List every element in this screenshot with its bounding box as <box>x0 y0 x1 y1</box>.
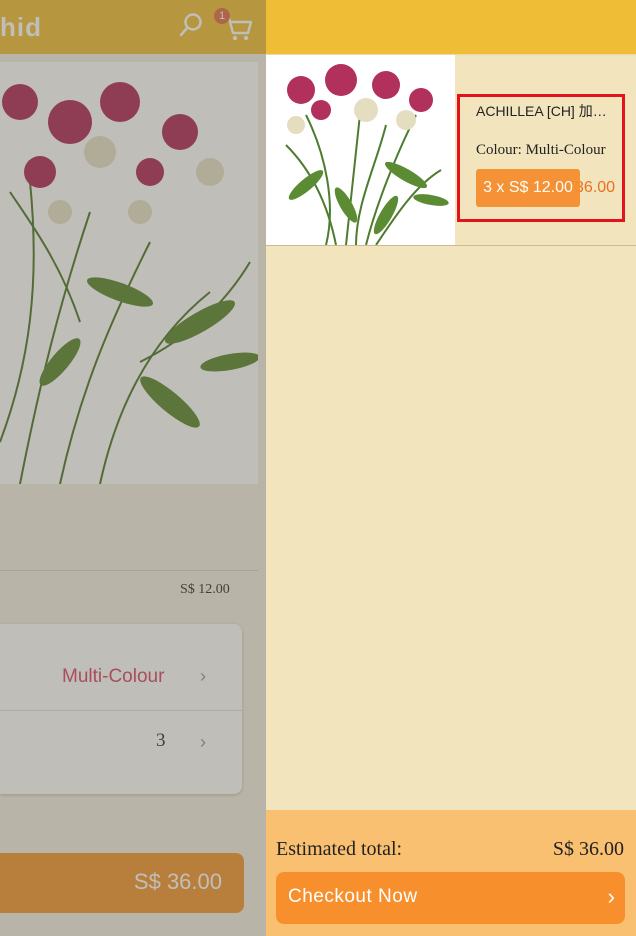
chevron-right-icon: › <box>607 884 615 909</box>
drawer-header <box>266 0 636 54</box>
dim-overlay[interactable] <box>0 0 266 936</box>
cart-item-image <box>266 55 455 245</box>
cart-item-name: ACHILLEA [CH] 加… <box>476 103 607 119</box>
cart-item[interactable]: ACHILLEA [CH] 加… Colour: Multi-Colour S$… <box>266 54 636 246</box>
cart-footer: Estimated total: S$ 36.00 Checkout Now › <box>266 810 636 936</box>
checkout-button[interactable]: Checkout Now › <box>276 872 625 924</box>
cart-item-info: ACHILLEA [CH] 加… Colour: Multi-Colour S$… <box>456 55 636 245</box>
checkout-button-label: Checkout Now <box>288 886 418 907</box>
cart-item-colour: Colour: Multi-Colour <box>476 142 606 158</box>
cart-drawer: ACHILLEA [CH] 加… Colour: Multi-Colour S$… <box>266 0 636 936</box>
estimated-total-label: Estimated total: <box>276 838 403 860</box>
estimated-total-value: S$ 36.00 <box>552 838 624 860</box>
cart-item-qty-price[interactable]: 3 x S$ 12.00 <box>476 169 580 207</box>
